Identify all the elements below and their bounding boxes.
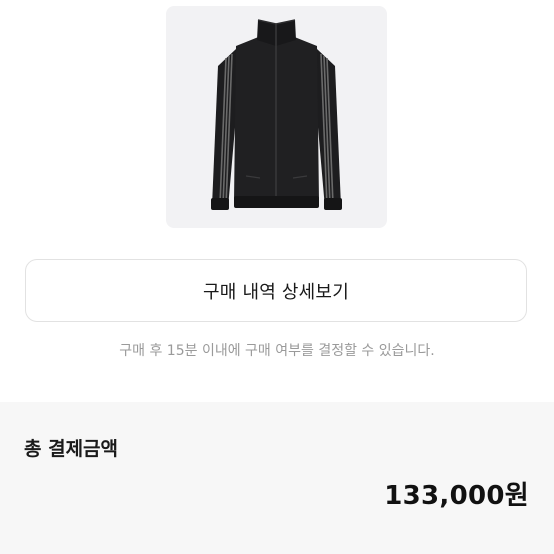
view-purchase-details-label: 구매 내역 상세보기 bbox=[203, 281, 349, 303]
track-jacket-image bbox=[211, 19, 342, 210]
product-image bbox=[166, 6, 387, 228]
payment-summary: 총 결제금액 133,000원 bbox=[0, 402, 554, 554]
total-payment-label: 총 결제금액 bbox=[24, 438, 119, 460]
total-payment-amount: 133,000원 bbox=[384, 481, 529, 511]
view-purchase-details-button[interactable]: 구매 내역 상세보기 bbox=[25, 259, 527, 322]
purchase-decision-notice: 구매 후 15분 이내에 구매 여부를 결정할 수 있습니다. bbox=[119, 343, 435, 359]
